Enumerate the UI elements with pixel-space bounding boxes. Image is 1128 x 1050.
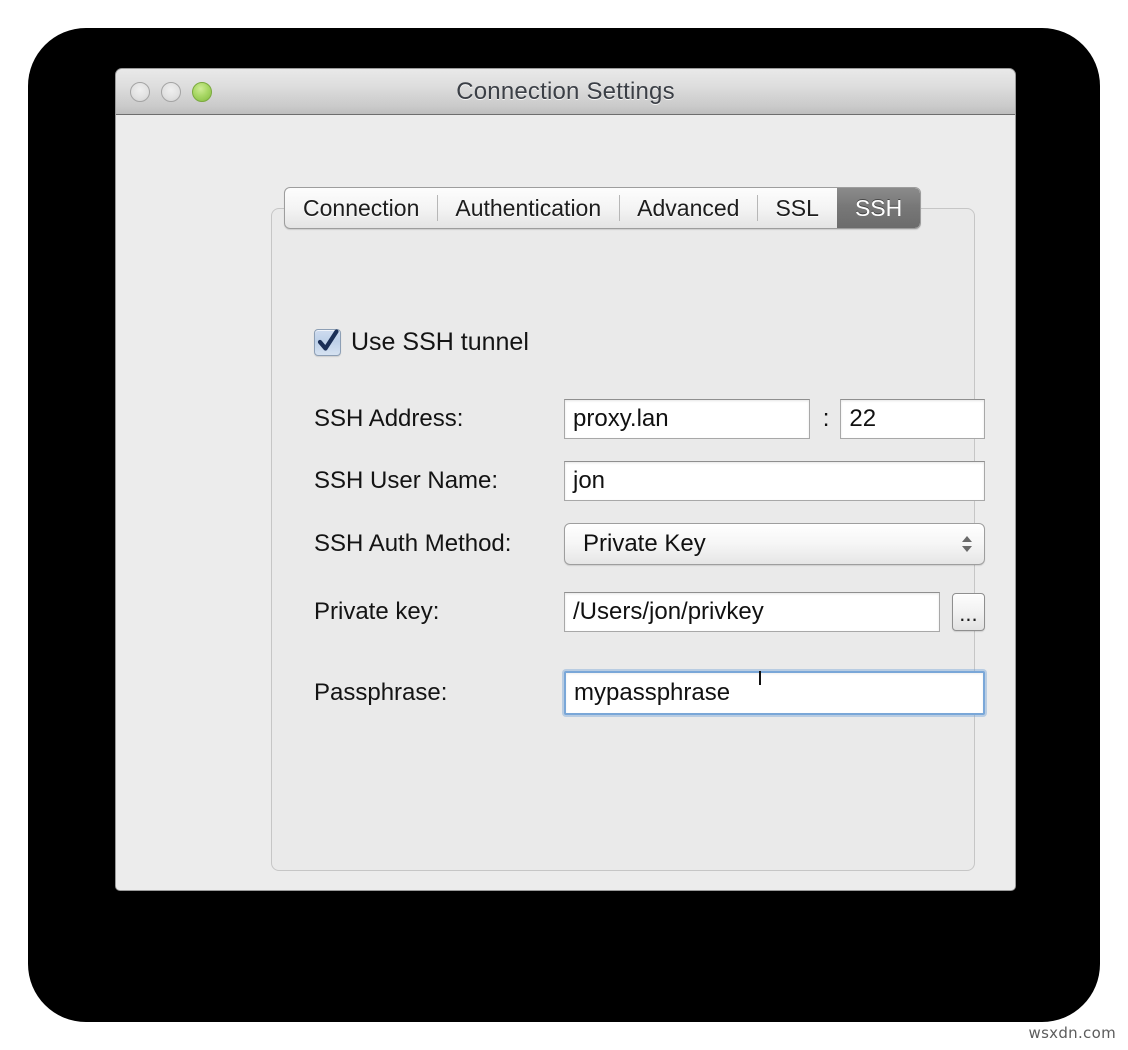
tab-ssh[interactable]: SSH: [836, 188, 921, 228]
tab-advanced[interactable]: Advanced: [619, 188, 757, 228]
ssh-user-name-input[interactable]: jon: [564, 461, 985, 501]
ssh-auth-method-value: Private Key: [583, 530, 706, 557]
browse-private-key-button[interactable]: ...: [951, 593, 985, 631]
tab-bar: Connection Authentication Advanced SSL S…: [284, 187, 922, 229]
close-button-icon[interactable]: [130, 81, 150, 102]
watermark: wsxdn.com: [1028, 1024, 1116, 1042]
ssh-port-input[interactable]: 22: [840, 399, 985, 439]
tab-connection[interactable]: Connection: [285, 188, 437, 228]
text-caret: [759, 671, 761, 685]
ssh-user-name-label: SSH User Name:: [314, 467, 499, 494]
passphrase-row: Passphrase: mypassphrase: [314, 671, 985, 715]
window-title: Connection Settings: [456, 77, 675, 105]
checkmark-icon: [317, 329, 339, 351]
ssh-address-value: proxy.lan: [573, 405, 669, 432]
private-key-label: Private key:: [314, 598, 440, 625]
ssh-user-name-value: jon: [573, 467, 606, 494]
ssh-address-input[interactable]: proxy.lan: [564, 399, 810, 439]
private-key-row: Private key: /Users/jon/privkey ...: [314, 592, 985, 632]
traffic-light-group: [130, 81, 212, 102]
tab-advanced-label: Advanced: [637, 194, 740, 221]
address-port-separator: :: [822, 405, 830, 432]
tab-authentication-label: Authentication: [455, 194, 602, 221]
tab-connection-label: Connection: [303, 194, 420, 221]
stepper-arrows-icon: [962, 536, 972, 552]
ellipsis-icon: ...: [959, 601, 978, 626]
passphrase-input[interactable]: mypassphrase: [564, 671, 985, 715]
zoom-button-icon[interactable]: [192, 81, 212, 102]
connection-settings-window: Connection Settings Connection Authentic…: [115, 68, 1016, 891]
ssh-port-value: 22: [849, 405, 877, 432]
ssh-user-name-row: SSH User Name: jon: [314, 461, 985, 501]
passphrase-label: Passphrase:: [314, 679, 448, 706]
window-body: Connection Authentication Advanced SSL S…: [116, 115, 1015, 890]
use-ssh-tunnel-label: Use SSH tunnel: [351, 328, 529, 356]
tab-authentication[interactable]: Authentication: [437, 188, 619, 228]
ssh-auth-method-row: SSH Auth Method: Private Key: [314, 523, 985, 565]
ssh-auth-method-select[interactable]: Private Key: [564, 523, 985, 565]
window-titlebar: Connection Settings: [116, 69, 1015, 115]
ssh-address-row: SSH Address: proxy.lan : 22: [314, 399, 985, 439]
ssh-address-label: SSH Address:: [314, 405, 464, 432]
tab-ssl-label: SSL: [775, 194, 819, 221]
passphrase-value: mypassphrase: [574, 679, 731, 706]
use-ssh-tunnel-checkbox[interactable]: [314, 329, 341, 356]
private-key-value: /Users/jon/privkey: [573, 598, 764, 625]
minimize-button-icon[interactable]: [161, 81, 181, 102]
tab-ssh-label: SSH: [854, 194, 903, 221]
ssh-auth-method-label: SSH Auth Method:: [314, 530, 512, 557]
private-key-input[interactable]: /Users/jon/privkey: [564, 592, 940, 632]
use-ssh-tunnel-row: Use SSH tunnel: [314, 328, 529, 357]
tab-ssl[interactable]: SSL: [757, 188, 836, 228]
